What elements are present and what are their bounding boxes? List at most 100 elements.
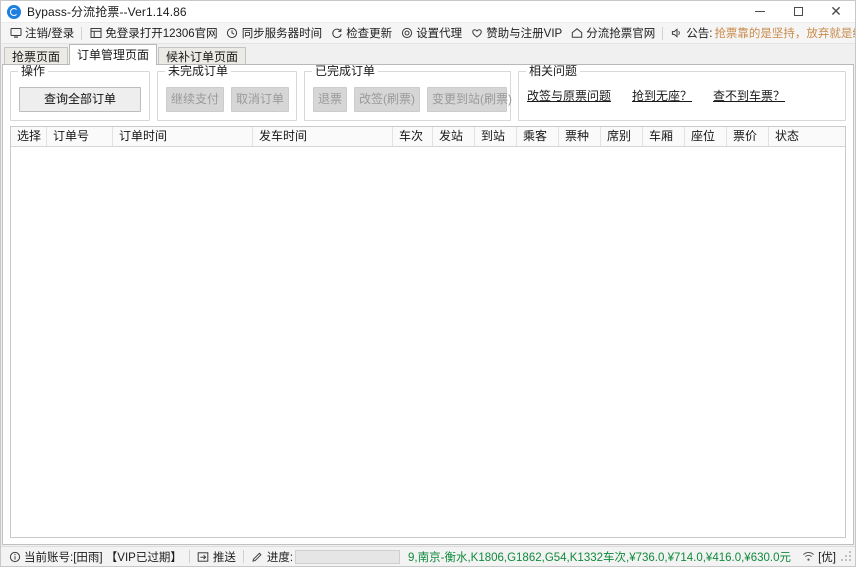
column-header[interactable]: 状态 <box>769 127 845 146</box>
tab-label: 订单管理页面 <box>77 48 150 62</box>
toolbar-item-label: 免登录打开12306官网 <box>105 28 218 40</box>
column-header[interactable]: 席别 <box>601 127 643 146</box>
title-bar: Bypass-分流抢票--Ver1.14.86 ✕ <box>1 1 855 23</box>
group-completed-title: 已完成订单 <box>312 65 379 78</box>
toolbar-item-label: 注销/登录 <box>25 28 75 40</box>
group-issues-title: 相关问题 <box>526 65 581 78</box>
announcement-area: 公告: 抢票靠的是坚持，放弃就是给别人机会! <box>666 24 855 42</box>
close-button[interactable]: ✕ <box>817 1 855 22</box>
toolbar-item-open-12306[interactable]: 免登录打开12306官网 <box>85 24 221 42</box>
continue-payment-button[interactable]: 继续支付 <box>166 87 224 112</box>
column-header[interactable]: 订单号 <box>47 127 113 146</box>
group-completed-orders: 已完成订单 退票 改签(刷票) 变更到站(刷票) <box>304 65 512 121</box>
network-quality-badge: [优] <box>818 551 836 564</box>
toolbar-item-label: 分流抢票官网 <box>586 28 656 40</box>
group-unfinished-orders: 未完成订单 继续支付 取消订单 <box>157 65 297 121</box>
progress-label: 进度: <box>266 551 294 564</box>
current-account-text: 当前账号:[田雨] 【VIP已过期】 <box>24 551 182 564</box>
group-completed-body: 退票 改签(刷票) 变更到站(刷票) <box>313 87 512 112</box>
group-boxes-row: 操作 查询全部订单 未完成订单 继续支付 取消订单 已完成订单 退票 改签(刷票… <box>3 65 853 125</box>
announcement-label: 公告: <box>686 28 713 40</box>
cancel-order-button[interactable]: 取消订单 <box>231 87 289 112</box>
heart-icon <box>470 27 483 40</box>
column-header[interactable]: 车厢 <box>643 127 685 146</box>
toolbar-item-set-proxy[interactable]: 设置代理 <box>396 24 466 42</box>
toolbar-item-check-update[interactable]: 检查更新 <box>326 24 396 42</box>
column-header[interactable]: 乘客 <box>517 127 559 146</box>
group-operation-title: 操作 <box>18 65 49 78</box>
column-header[interactable]: 发站 <box>433 127 475 146</box>
main-toolbar: 注销/登录 免登录打开12306官网 同步服务器时间 检查更新 设置代理 赞助与… <box>1 23 855 44</box>
toolbar-item-logout-login[interactable]: 注销/登录 <box>5 24 78 42</box>
column-header[interactable]: 车次 <box>393 127 433 146</box>
column-header[interactable]: 订单时间 <box>113 127 253 146</box>
status-separator <box>242 550 244 563</box>
tab-label: 抢票页面 <box>12 50 61 64</box>
resize-grip-icon[interactable] <box>841 551 852 562</box>
change-ticket-button[interactable]: 改签(刷票) <box>354 87 421 112</box>
close-icon: ✕ <box>830 3 842 20</box>
monitor-icon <box>9 27 22 40</box>
column-header[interactable]: 发车时间 <box>253 127 393 146</box>
column-header[interactable]: 票种 <box>559 127 601 146</box>
orders-table-body[interactable] <box>11 147 845 537</box>
toolbar-item-label: 设置代理 <box>416 28 463 40</box>
status-right-area: [优] <box>802 549 855 565</box>
toolbar-separator <box>662 26 664 40</box>
query-all-orders-button[interactable]: 查询全部订单 <box>19 87 141 112</box>
tab-label: 候补订单页面 <box>166 50 239 64</box>
pencil-icon <box>251 550 264 563</box>
push-icon <box>197 550 210 563</box>
toolbar-separator <box>81 26 83 40</box>
refresh-icon <box>330 27 343 40</box>
link-change-vs-original-ticket[interactable]: 改签与原票问题 <box>527 87 611 104</box>
announcement-text: 抢票靠的是坚持，放弃就是给别人机会! <box>714 28 855 40</box>
status-bar: 当前账号:[田雨] 【VIP已过期】 推送 进度: 9,南京-衡水,K1806,… <box>1 546 855 566</box>
orders-table-header: 选择 订单号 订单时间 发车时间 车次 发站 到站 乘客 票种 席别 车厢 座位 票价 状态 <box>11 127 845 147</box>
speaker-icon <box>670 27 683 40</box>
group-related-issues: 相关问题 改签与原票问题 抢到无座？ 查不到车票？ <box>518 65 846 121</box>
ticker-text: 9,南京-衡水,K1806,G1862,G54,K1332车次,¥736.0,¥… <box>408 551 791 564</box>
column-header[interactable]: 座位 <box>685 127 727 146</box>
window-controls: ✕ <box>741 1 855 22</box>
change-destination-button[interactable]: 变更到站(刷票) <box>427 87 512 112</box>
group-unfinished-body: 继续支付 取消订单 <box>166 87 289 112</box>
column-header[interactable]: 选择 <box>11 127 47 146</box>
application-window: Bypass-分流抢票--Ver1.14.86 ✕ 注销/登录 免登录打开123… <box>0 0 856 567</box>
window-title: Bypass-分流抢票--Ver1.14.86 <box>27 5 187 19</box>
maximize-icon <box>793 7 803 16</box>
wifi-icon <box>802 550 816 564</box>
toolbar-item-official-site[interactable]: 分流抢票官网 <box>566 24 659 42</box>
group-operation-body: 查询全部订单 <box>19 87 141 112</box>
status-separator <box>188 550 190 563</box>
tab-strip: 抢票页面 订单管理页面 候补订单页面 <box>1 44 855 66</box>
refund-ticket-button[interactable]: 退票 <box>313 87 348 112</box>
info-icon <box>8 550 21 563</box>
push-toggle[interactable]: 推送 <box>194 549 239 565</box>
clock-icon <box>226 27 239 40</box>
group-unfinished-title: 未完成订单 <box>165 65 232 78</box>
link-got-no-seat[interactable]: 抢到无座？ <box>632 87 692 104</box>
toolbar-item-label: 检查更新 <box>346 28 393 40</box>
browser-window-icon <box>89 27 102 40</box>
group-issues-body: 改签与原票问题 抢到无座？ 查不到车票？ <box>527 87 837 104</box>
tab-order-management-page[interactable]: 订单管理页面 <box>69 44 158 65</box>
current-account-status: 当前账号:[田雨] 【VIP已过期】 <box>5 549 185 565</box>
toolbar-item-sponsor-vip[interactable]: 赞助与注册VIP <box>466 24 566 42</box>
column-header[interactable]: 到站 <box>475 127 517 146</box>
progress-bar <box>295 549 401 564</box>
app-logo-icon <box>7 4 21 19</box>
minimize-icon <box>755 11 765 12</box>
home-icon <box>570 27 583 40</box>
progress-area: 进度: <box>248 549 403 565</box>
toolbar-item-sync-server-time[interactable]: 同步服务器时间 <box>222 24 327 42</box>
toolbar-item-label: 同步服务器时间 <box>241 28 323 40</box>
push-label: 推送 <box>212 551 236 564</box>
minimize-button[interactable] <box>741 1 779 22</box>
column-header[interactable]: 票价 <box>727 127 769 146</box>
tab-content-panel: 操作 查询全部订单 未完成订单 继续支付 取消订单 已完成订单 退票 改签(刷票… <box>2 64 854 545</box>
link-cannot-find-ticket[interactable]: 查不到车票？ <box>713 87 785 104</box>
maximize-button[interactable] <box>779 1 817 22</box>
orders-table: 选择 订单号 订单时间 发车时间 车次 发站 到站 乘客 票种 席别 车厢 座位 票价 状态 <box>10 126 846 538</box>
toolbar-item-label: 赞助与注册VIP <box>486 28 563 40</box>
